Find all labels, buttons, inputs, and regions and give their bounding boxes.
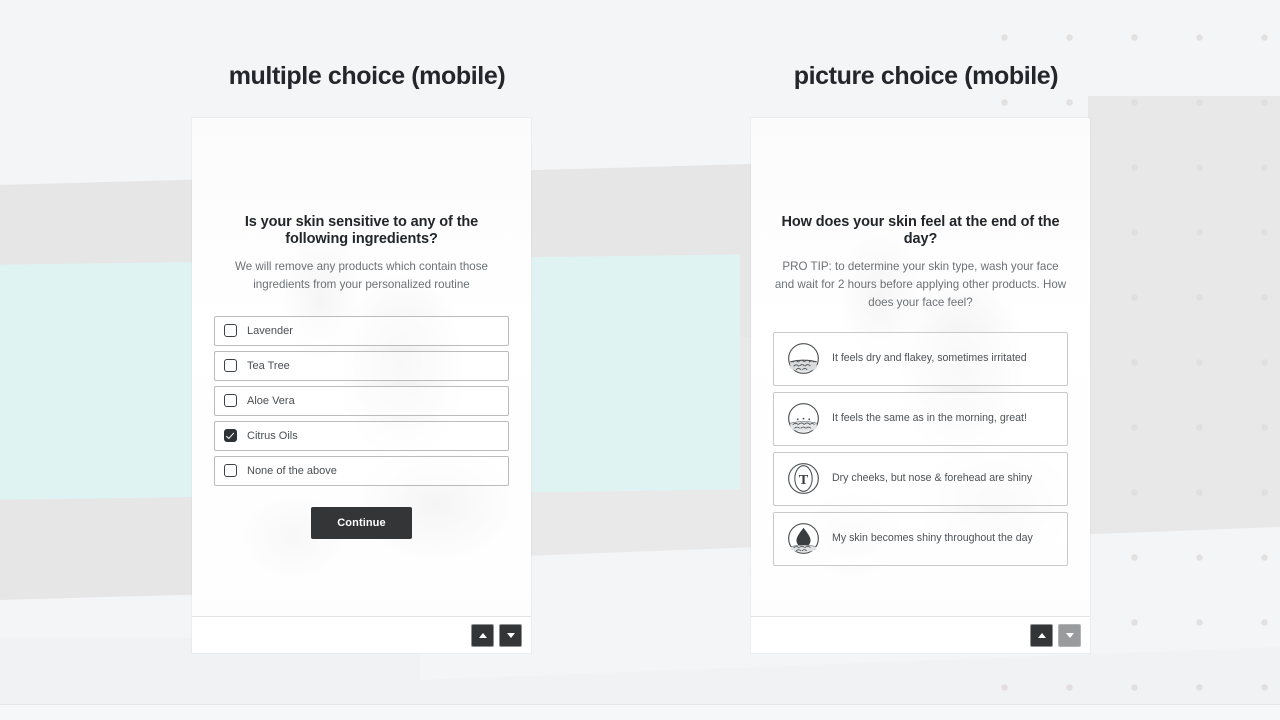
question-title: How does your skin feel at the end of th…: [781, 214, 1060, 247]
checkbox-option-label: Citrus Oils: [247, 429, 298, 442]
checkbox-icon[interactable]: [224, 324, 237, 338]
picture-option-t-zone[interactable]: T Dry cheeks, but nose & forehead are sh…: [773, 451, 1068, 506]
picture-option-label: It feels dry and flakey, sometimes irrit…: [832, 351, 1027, 364]
picture-option-oily-skin[interactable]: My skin becomes shiny throughout the day: [773, 511, 1068, 566]
oily-droplet-icon: [787, 522, 820, 555]
phone-footer-nav-right: [751, 616, 1090, 653]
nav-down-button[interactable]: [499, 623, 522, 647]
panel-title-multiple-choice: multiple choice (mobile): [228, 62, 506, 90]
dry-skin-icon: [787, 342, 820, 375]
continue-button[interactable]: Continue: [311, 506, 412, 539]
checkbox-option-list: Lavender Tea Tree Aloe Vera Citrus Oils: [214, 315, 509, 486]
triangle-up-icon: [1037, 632, 1046, 638]
question-subtitle: We will remove any products which contai…: [234, 259, 489, 291]
checkbox-option-tea-tree[interactable]: Tea Tree: [214, 350, 509, 381]
nav-up-button[interactable]: [471, 623, 494, 647]
panel-title-picture-choice: picture choice (mobile): [793, 62, 1059, 90]
checkbox-option-citrus-oils[interactable]: Citrus Oils: [214, 420, 509, 451]
screen: multiple choice (mobile) Is your skin se…: [0, 0, 1280, 720]
checkbox-icon[interactable]: [224, 359, 237, 373]
phone-mockup-multiple-choice: Is your skin sensitive to any of the fol…: [192, 118, 531, 653]
checkbox-option-lavender[interactable]: Lavender: [214, 315, 509, 346]
background-bottom-strip: [0, 704, 1280, 720]
nav-up-button[interactable]: [1030, 623, 1053, 647]
question-subtitle: PRO TIP: to determine your skin type, wa…: [774, 259, 1067, 309]
checkbox-option-label: None of the above: [247, 464, 337, 477]
question-body-multiple-choice: Is your skin sensitive to any of the fol…: [192, 118, 531, 616]
picture-option-label: Dry cheeks, but nose & forehead are shin…: [832, 471, 1033, 484]
triangle-down-icon: [1065, 632, 1074, 638]
checkbox-option-label: Lavender: [247, 324, 293, 337]
phone-mockup-picture-choice: How does your skin feel at the end of th…: [751, 118, 1090, 653]
checkbox-icon[interactable]: [224, 394, 237, 408]
normal-skin-icon: [787, 402, 820, 435]
checkbox-option-label: Tea Tree: [247, 359, 290, 372]
picture-option-label: It feels the same as in the morning, gre…: [832, 411, 1027, 424]
triangle-up-icon: [478, 632, 487, 638]
checkbox-icon-checked[interactable]: [224, 429, 237, 443]
picture-option-normal-skin[interactable]: It feels the same as in the morning, gre…: [773, 391, 1068, 446]
question-body-picture-choice: How does your skin feel at the end of th…: [751, 118, 1090, 616]
checkbox-icon[interactable]: [224, 464, 237, 478]
nav-down-button-disabled[interactable]: [1058, 623, 1081, 647]
picture-option-list: It feels dry and flakey, sometimes irrit…: [773, 331, 1068, 566]
picture-option-label: My skin becomes shiny throughout the day: [832, 531, 1033, 544]
t-zone-icon: T: [787, 462, 820, 495]
checkbox-option-aloe-vera[interactable]: Aloe Vera: [214, 385, 509, 416]
svg-text:T: T: [799, 473, 809, 488]
checkbox-option-none-of-the-above[interactable]: None of the above: [214, 455, 509, 486]
background-grey-block: [1088, 96, 1280, 551]
triangle-down-icon: [506, 632, 515, 638]
continue-button-wrap: Continue: [214, 506, 509, 539]
question-title: Is your skin sensitive to any of the fol…: [244, 214, 479, 247]
phone-footer-nav-left: [192, 616, 531, 653]
picture-option-dry-skin[interactable]: It feels dry and flakey, sometimes irrit…: [773, 331, 1068, 386]
checkbox-option-label: Aloe Vera: [247, 394, 295, 407]
